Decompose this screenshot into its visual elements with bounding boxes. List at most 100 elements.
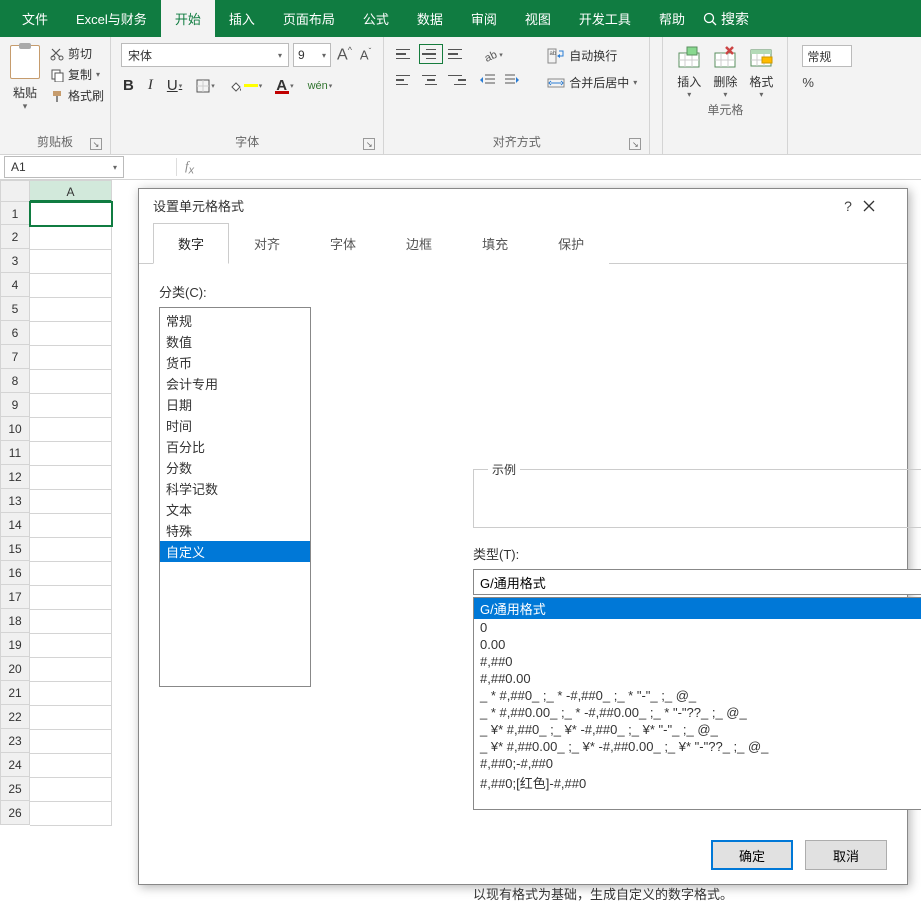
dlg-tab-number[interactable]: 数字 — [153, 223, 229, 264]
cell[interactable] — [30, 706, 112, 730]
fill-color-button[interactable]: ▾ — [227, 80, 265, 92]
cell[interactable] — [30, 274, 112, 298]
delete-cells-button[interactable]: 删除 ▾ — [713, 45, 737, 99]
underline-button[interactable]: U▾ — [165, 77, 184, 94]
category-item[interactable]: 数值 — [160, 331, 310, 352]
search-box[interactable]: 搜索 — [703, 9, 749, 29]
type-list-item[interactable]: _ ¥* #,##0_ ;_ ¥* -#,##0_ ;_ ¥* "-"_ ;_ … — [474, 721, 921, 738]
row-header[interactable]: 21 — [0, 681, 30, 705]
percent-button[interactable]: % — [802, 75, 814, 90]
category-item[interactable]: 时间 — [160, 415, 310, 436]
tab-review[interactable]: 审阅 — [457, 0, 511, 37]
number-format-select[interactable]: 常规 — [802, 45, 852, 67]
tab-layout[interactable]: 页面布局 — [269, 0, 349, 37]
bold-button[interactable]: B — [121, 77, 136, 94]
dlg-tab-protect[interactable]: 保护 — [533, 223, 609, 264]
align-right-button[interactable] — [448, 73, 466, 87]
cell[interactable] — [30, 298, 112, 322]
cell[interactable] — [30, 466, 112, 490]
row-header[interactable]: 12 — [0, 465, 30, 489]
top-align-button[interactable] — [396, 47, 414, 61]
row-header[interactable]: 2 — [0, 225, 30, 249]
row-header[interactable]: 3 — [0, 249, 30, 273]
cell[interactable] — [30, 538, 112, 562]
tab-custom[interactable]: Excel与财务 — [62, 0, 161, 37]
row-header[interactable]: 25 — [0, 777, 30, 801]
cell[interactable] — [30, 514, 112, 538]
row-header[interactable]: 10 — [0, 417, 30, 441]
dialog-close-button[interactable] — [863, 200, 893, 212]
tab-view[interactable]: 视图 — [511, 0, 565, 37]
row-header[interactable]: 7 — [0, 345, 30, 369]
row-header[interactable]: 14 — [0, 513, 30, 537]
cell[interactable] — [30, 202, 112, 226]
border-button[interactable]: ▾ — [194, 79, 217, 93]
type-list-item[interactable]: #,##0;[红色]-#,##0 — [474, 772, 921, 793]
type-list-item[interactable]: _ ¥* #,##0.00_ ;_ ¥* -#,##0.00_ ;_ ¥* "-… — [474, 738, 921, 755]
cell[interactable] — [30, 394, 112, 418]
cell[interactable] — [30, 802, 112, 826]
increase-indent-button[interactable] — [504, 73, 520, 87]
dlg-tab-fill[interactable]: 填充 — [457, 223, 533, 264]
category-item[interactable]: 货币 — [160, 352, 310, 373]
tab-insert[interactable]: 插入 — [215, 0, 269, 37]
type-list-item[interactable]: #,##0;-#,##0 — [474, 755, 921, 772]
tab-dev[interactable]: 开发工具 — [565, 0, 645, 37]
cell[interactable] — [30, 442, 112, 466]
row-header[interactable]: 22 — [0, 705, 30, 729]
category-item[interactable]: 自定义 — [160, 541, 310, 562]
row-header[interactable]: 24 — [0, 753, 30, 777]
category-item[interactable]: 文本 — [160, 499, 310, 520]
type-input[interactable] — [473, 569, 921, 595]
font-dialog-launcher[interactable]: ↘ — [363, 138, 375, 150]
tab-help[interactable]: 帮助 — [645, 0, 699, 37]
category-item[interactable]: 科学记数 — [160, 478, 310, 499]
row-header[interactable]: 9 — [0, 393, 30, 417]
category-item[interactable]: 会计专用 — [160, 373, 310, 394]
clipboard-dialog-launcher[interactable]: ↘ — [90, 138, 102, 150]
row-header[interactable]: 6 — [0, 321, 30, 345]
tab-data[interactable]: 数据 — [403, 0, 457, 37]
cell[interactable] — [30, 226, 112, 250]
cell[interactable] — [30, 754, 112, 778]
paste-button[interactable]: 粘贴 — [13, 84, 37, 101]
cells-area[interactable] — [30, 202, 112, 826]
category-item[interactable]: 特殊 — [160, 520, 310, 541]
type-list-item[interactable]: _ * #,##0.00_ ;_ * -#,##0.00_ ;_ * "-"??… — [474, 704, 921, 721]
cell[interactable] — [30, 250, 112, 274]
category-item[interactable]: 日期 — [160, 394, 310, 415]
align-center-button[interactable] — [422, 73, 440, 87]
cell[interactable] — [30, 610, 112, 634]
tab-formula[interactable]: 公式 — [349, 0, 403, 37]
phonetic-button[interactable]: wén▾ — [306, 80, 335, 92]
cell[interactable] — [30, 682, 112, 706]
category-item[interactable]: 分数 — [160, 457, 310, 478]
row-header[interactable]: 23 — [0, 729, 30, 753]
row-header[interactable]: 16 — [0, 561, 30, 585]
col-header-a[interactable]: A — [30, 180, 112, 202]
row-header[interactable]: 15 — [0, 537, 30, 561]
wrap-text-button[interactable]: ab 自动换行 — [547, 47, 637, 64]
format-painter-button[interactable]: 格式刷 — [50, 87, 104, 104]
cell[interactable] — [30, 586, 112, 610]
cell[interactable] — [30, 490, 112, 514]
select-all-corner[interactable] — [0, 180, 30, 202]
row-header[interactable]: 26 — [0, 801, 30, 825]
row-header[interactable]: 11 — [0, 441, 30, 465]
type-list-item[interactable]: 0.00 — [474, 636, 921, 653]
format-cells-button[interactable]: 格式 ▾ — [749, 45, 773, 99]
orientation-button[interactable]: ab▾ — [480, 47, 505, 63]
dlg-tab-border[interactable]: 边框 — [381, 223, 457, 264]
dlg-tab-align[interactable]: 对齐 — [229, 223, 305, 264]
type-list[interactable]: G/通用格式00.00#,##0#,##0.00_ * #,##0_ ;_ * … — [473, 597, 921, 810]
decrease-indent-button[interactable] — [480, 73, 496, 87]
name-box[interactable]: A1 ▾ — [4, 156, 124, 178]
dlg-tab-font[interactable]: 字体 — [305, 223, 381, 264]
row-header[interactable]: 8 — [0, 369, 30, 393]
tab-home[interactable]: 开始 — [161, 0, 215, 37]
italic-button[interactable]: I — [146, 77, 155, 94]
copy-button[interactable]: 复制 ▾ — [50, 66, 104, 83]
cell[interactable] — [30, 658, 112, 682]
row-header[interactable]: 13 — [0, 489, 30, 513]
align-dialog-launcher[interactable]: ↘ — [629, 138, 641, 150]
